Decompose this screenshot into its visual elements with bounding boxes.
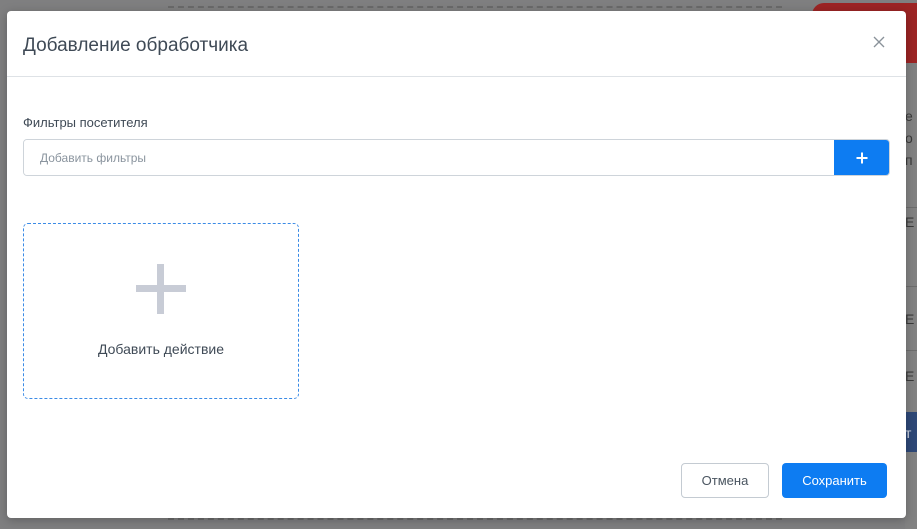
modal-header: Добавление обработчика — [7, 11, 906, 77]
background-divider — [905, 350, 917, 351]
background-divider — [905, 286, 917, 287]
background-text: Е — [905, 311, 915, 327]
background-dashed-area-top — [168, 0, 782, 8]
background-dashed-area-bottom — [168, 518, 782, 528]
cancel-button[interactable]: Отмена — [681, 463, 769, 498]
add-filter-button[interactable] — [834, 140, 889, 175]
background-text: о — [905, 130, 913, 146]
plus-icon — [856, 152, 867, 163]
visitor-filters-label: Фильтры посетителя — [23, 115, 148, 130]
background-blue-button: т — [905, 412, 917, 452]
background-text: т — [905, 425, 912, 441]
add-action-card[interactable]: Добавить действие — [23, 223, 299, 399]
add-handler-modal: Добавление обработчика Фильтры посетител… — [7, 11, 906, 518]
visitor-filters-group — [23, 139, 890, 176]
plus-icon — [136, 264, 186, 314]
background-divider — [905, 207, 917, 208]
close-button[interactable] — [870, 33, 888, 51]
modal-title: Добавление обработчика — [23, 35, 249, 56]
background-text: е — [905, 108, 913, 124]
close-icon — [873, 36, 885, 48]
background-text: Е — [905, 214, 915, 230]
add-action-label: Добавить действие — [98, 341, 224, 357]
filters-input[interactable] — [24, 140, 834, 175]
background-text: Е — [905, 368, 915, 384]
background-text: п — [905, 152, 913, 168]
save-button[interactable]: Сохранить — [782, 463, 887, 498]
